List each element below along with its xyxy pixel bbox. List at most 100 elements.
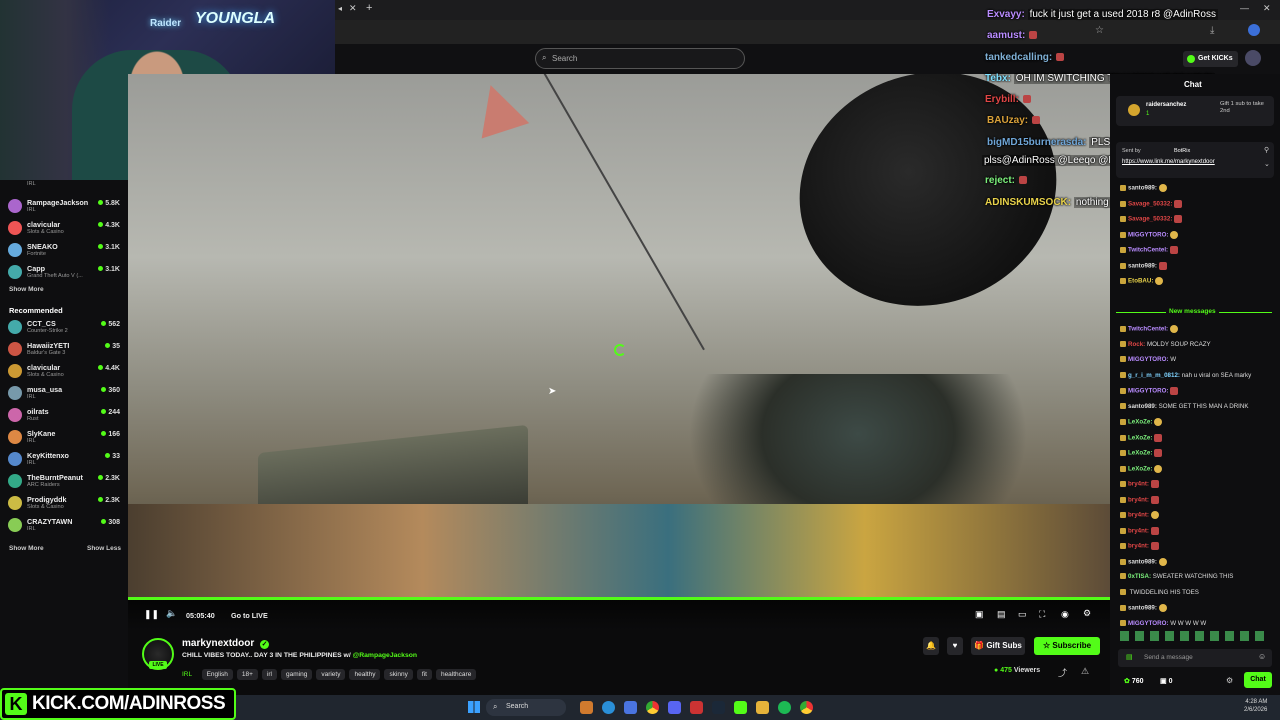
stream-title-mention[interactable]: @RampageJackson bbox=[353, 652, 417, 659]
spotify-icon[interactable] bbox=[778, 701, 791, 714]
sidebar-channel-item[interactable]: Prodigyddk Slots & Casino 2.3K bbox=[8, 494, 124, 516]
sidebar-channel-item[interactable]: CRAZYTAWN IRL 308 bbox=[8, 516, 124, 538]
sidebar-channel-item[interactable]: clavicular Slots & Casino 4.4K bbox=[8, 362, 124, 384]
sidebar-channel-item[interactable]: clavicular Slots & Casino 4.3K bbox=[8, 219, 124, 241]
file-explorer-icon[interactable] bbox=[756, 701, 769, 714]
points-display[interactable]: ✿ 760 bbox=[1124, 677, 1144, 685]
chat-username[interactable]: EtoBAU: bbox=[1128, 278, 1153, 285]
search-input[interactable]: ⌕ Search bbox=[535, 48, 745, 69]
chat-username[interactable]: bry4nt: bbox=[1128, 543, 1149, 550]
pinned-bot-message[interactable]: Sent by BotRix https://www.link.me/marky… bbox=[1116, 142, 1274, 178]
overlay-chat-username[interactable]: Erybill: bbox=[985, 94, 1019, 105]
chat-username[interactable]: santo989: bbox=[1128, 558, 1157, 565]
overlay-chat-username[interactable]: aamust: bbox=[987, 30, 1025, 41]
overlay-chat-username[interactable]: ADINSKUMSOCK: bbox=[985, 197, 1071, 208]
chat-username[interactable]: LeXoZe: bbox=[1128, 434, 1152, 441]
chrome-icon-2[interactable] bbox=[800, 701, 813, 714]
sidebar-channel-item[interactable]: CCT_CS Counter-Strike 2 562 bbox=[8, 318, 124, 340]
pin-icon[interactable]: ⚲ bbox=[1264, 146, 1269, 154]
bot-link[interactable]: https://www.link.me/markynextdoor bbox=[1122, 159, 1215, 165]
chat-username[interactable]: LeXoZe: bbox=[1128, 465, 1152, 472]
taskbar-app-icon-6[interactable] bbox=[690, 701, 703, 714]
theater-mode-icon[interactable]: ▭ bbox=[1018, 609, 1027, 620]
report-icon[interactable]: ⚠ bbox=[1081, 666, 1089, 677]
secondary-counter[interactable]: ▣ 0 bbox=[1160, 677, 1172, 685]
channel-name[interactable]: markynextdoor bbox=[182, 638, 254, 649]
overlay-chat-username[interactable]: tankedcalling: bbox=[985, 52, 1052, 63]
pinned-gift-card[interactable]: raidersanchez 1 Gift 1 sub to take 2nd bbox=[1116, 96, 1274, 126]
chat-username[interactable]: Rock: bbox=[1128, 341, 1145, 348]
stream-tag[interactable]: skinny bbox=[384, 669, 413, 680]
close-tab-icon[interactable]: ✕ bbox=[349, 3, 357, 14]
emote-bar[interactable] bbox=[1120, 631, 1270, 641]
chat-username[interactable]: MIGGYTORO: bbox=[1128, 231, 1168, 238]
stream-tag[interactable]: variety bbox=[316, 669, 346, 680]
chat-username[interactable]: santo989: bbox=[1128, 262, 1157, 269]
profile-avatar-icon[interactable] bbox=[1248, 24, 1260, 36]
chat-send-button[interactable]: Chat bbox=[1244, 672, 1272, 688]
overlay-chat-username[interactable]: BAUzay: bbox=[987, 115, 1028, 126]
chat-username[interactable]: bry4nt: bbox=[1128, 512, 1149, 519]
download-icon[interactable]: ⤓ bbox=[1210, 25, 1214, 36]
overlay-chat-username[interactable]: Exvayy: bbox=[987, 9, 1025, 20]
sidebar-channel-item[interactable]: HawaiizYETI Baldur's Gate 3 35 bbox=[8, 340, 124, 362]
sidebar-channel-item[interactable]: TheBurntPeanut ARC Raiders 2.3K bbox=[8, 472, 124, 494]
chat-username[interactable]: santo989: bbox=[1128, 185, 1157, 192]
stream-category[interactable]: IRL bbox=[182, 671, 192, 678]
settings-gear-icon[interactable]: ⚙ bbox=[1083, 608, 1091, 619]
minimize-icon[interactable]: — bbox=[1240, 3, 1249, 13]
chat-username[interactable]: MIGGYTORO: bbox=[1128, 388, 1168, 395]
taskbar-app-icon-3[interactable] bbox=[624, 701, 637, 714]
sidebar-channel-item[interactable]: KeyKittenxo IRL 33 bbox=[8, 450, 124, 472]
go-to-live-button[interactable]: Go to LIVE bbox=[231, 611, 268, 620]
chat-username[interactable]: 0xTISA: bbox=[1128, 573, 1151, 580]
stream-tag[interactable]: gaming bbox=[281, 669, 313, 680]
stream-tag[interactable]: irl bbox=[261, 669, 277, 680]
sidebar-channel-item[interactable]: SNEAKO Fortnite 3.1K bbox=[8, 241, 124, 263]
chat-username[interactable]: g_r_i_m_m_0812: bbox=[1128, 372, 1180, 379]
kick-app-icon[interactable] bbox=[734, 701, 747, 714]
steam-icon[interactable] bbox=[712, 701, 725, 714]
volume-icon[interactable]: 🔈 bbox=[166, 608, 177, 619]
chat-username[interactable]: Savage_50332: bbox=[1128, 200, 1172, 207]
chat-username[interactable]: MIGGYTORO: bbox=[1128, 620, 1168, 627]
chat-username[interactable]: bry4nt: bbox=[1128, 481, 1149, 488]
stream-tag[interactable]: 18+ bbox=[236, 669, 258, 680]
show-more-link[interactable]: Show More bbox=[9, 286, 44, 293]
sidebar-channel-item[interactable]: oilrats Rust 244 bbox=[8, 406, 124, 428]
show-more-link-2[interactable]: Show More bbox=[9, 545, 44, 552]
collapse-chevron-icon[interactable]: ⌄ bbox=[1264, 160, 1270, 168]
chat-username[interactable]: santo989: bbox=[1128, 403, 1157, 410]
bookmark-star-icon[interactable]: ☆ bbox=[1095, 25, 1104, 36]
tab-icon[interactable]: ◂ bbox=[338, 4, 342, 13]
overlay-chat-username[interactable]: reject: bbox=[985, 175, 1015, 186]
fullscreen-icon[interactable]: ⛶ bbox=[1039, 609, 1045, 620]
sidebar-channel-item[interactable]: Capp Grand Theft Auto V (... 3.1K bbox=[8, 263, 124, 285]
overlay-chat-username[interactable]: Tebx: bbox=[985, 73, 1011, 84]
pause-icon[interactable]: ❚❚ bbox=[144, 609, 159, 620]
mini-player-icon[interactable]: ▤ bbox=[997, 609, 1006, 620]
emoji-icon[interactable]: ☺ bbox=[1258, 652, 1266, 661]
get-kicks-button[interactable]: Get KICKs bbox=[1183, 51, 1238, 67]
chat-username[interactable]: LeXoZe: bbox=[1128, 450, 1152, 457]
chat-username[interactable]: Savage_50332: bbox=[1128, 216, 1172, 223]
chat-username[interactable]: bry4nt: bbox=[1128, 527, 1149, 534]
stream-tag[interactable]: healthcare bbox=[435, 669, 477, 680]
stream-tag[interactable]: fit bbox=[416, 669, 432, 680]
sidebar-channel-item[interactable]: RampageJackson IRL 5.8K bbox=[8, 197, 124, 219]
stream-tag[interactable]: healthy bbox=[349, 669, 381, 680]
chat-username[interactable]: TwitchCentel: bbox=[1128, 326, 1168, 333]
notification-bell-icon[interactable]: 🔔 bbox=[923, 637, 939, 655]
sidebar-channel-item[interactable]: SlyKane IRL 166 bbox=[8, 428, 124, 450]
show-less-link[interactable]: Show Less bbox=[87, 545, 121, 552]
discord-icon[interactable] bbox=[668, 701, 681, 714]
close-window-icon[interactable]: ✕ bbox=[1263, 3, 1271, 14]
taskbar-app-icon-1[interactable] bbox=[580, 701, 593, 714]
chat-username[interactable]: TwitchCentel: bbox=[1128, 247, 1168, 254]
chat-settings-icon[interactable]: ⚙ bbox=[1226, 676, 1233, 685]
chat-username[interactable]: bry4nt: bbox=[1128, 496, 1149, 503]
chat-username[interactable]: MIGGYTORO: bbox=[1128, 356, 1168, 363]
chat-username[interactable]: santo989: bbox=[1128, 605, 1157, 612]
gift-subs-button[interactable]: 🎁 Gift Subs bbox=[971, 637, 1025, 655]
stats-icon[interactable]: ◉ bbox=[1061, 609, 1069, 620]
